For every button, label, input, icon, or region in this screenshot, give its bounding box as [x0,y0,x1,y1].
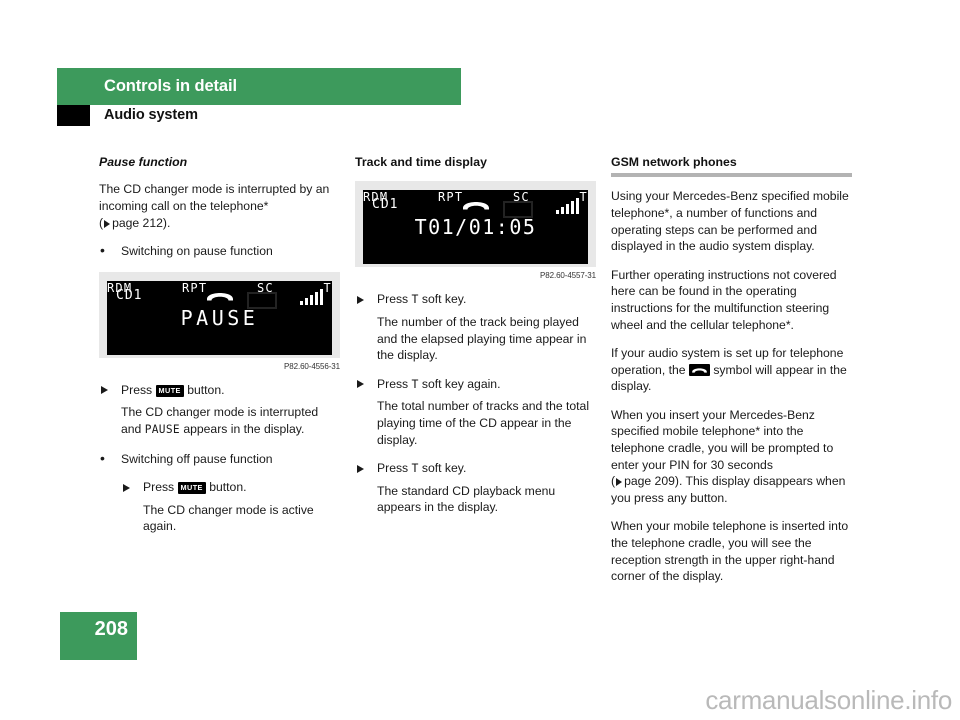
left-bullet-on-label: Switching on pause function [121,244,273,259]
left-step-2-pre: Press [143,480,175,495]
left-intro-text: The CD changer mode is interrupted by an… [99,182,330,213]
step-arrow-icon [357,295,364,304]
page-ref-triangle-icon [616,478,623,487]
left-intro-paragraph: The CD changer mode is interrupted by an… [99,181,340,231]
softkey-t-glyph: T [411,292,419,307]
left-illustration-caption: P82.60-4556-31 [284,361,340,371]
telephone-symbol-icon [688,363,710,376]
column-right: GSM network phones Using your Mercedes-B… [611,155,852,597]
middle-step-3-post: soft key. [421,461,467,476]
watermark: carmanualsonline.info [705,685,952,715]
signal-strength-icon [555,196,579,215]
bullet-dot-icon: • [100,449,105,466]
telephone-handset-icon [205,287,235,308]
left-step-2: Press MUTE button. [121,479,340,496]
lcd-softkey-rpt: RPT [181,280,208,295]
middle-step-3-body: The standard CD playback menu appears in… [377,483,556,515]
middle-step-2: Press T soft key again. [355,376,596,393]
step-arrow-icon [357,464,364,473]
column-left: Pause function The CD changer mode is in… [99,155,340,547]
mute-button-glyph: MUTE [177,482,206,495]
chapter-header-bar: Controls in detail [57,68,461,105]
lcd-softkey-t: T [323,280,332,295]
middle-step-3: Press T soft key. [355,460,596,477]
telephone-handset-icon [461,196,491,217]
middle-heading: Track and time display [355,155,487,169]
left-bullet-off-label: Switching off pause function [121,451,273,466]
list-item: • Switching off pause function [99,449,340,468]
step-arrow-icon [123,483,130,492]
chapter-title: Controls in detail [104,77,237,95]
left-step-1-body-post: appears in the display. [183,421,305,436]
right-paragraph-5: When your mobile telephone is inserted i… [611,519,849,584]
left-page-ref-text: page 212). [112,215,171,230]
section-title: Audio system [104,107,198,123]
middle-illustration-caption: P82.60-4557-31 [540,271,596,281]
right-heading: GSM network phones [611,155,737,169]
left-page-ref-open: ( [99,215,104,230]
column-middle: Track and time display CD1 T01/01:05 RDM… [355,155,596,528]
right-para-4-ref-text: page 209). This display disappears when … [611,474,846,505]
section-marker-tab [57,105,90,126]
right-para-4-ref-open: ( [611,474,616,489]
lcd-display-pause: CD1 PAUSE RDM RPT SC T [107,280,332,355]
heading-rule-divider [611,173,852,178]
left-step-1: Press MUTE button. [99,382,340,399]
left-step-2-post: button. [209,480,247,495]
mute-button-glyph: MUTE [155,384,184,397]
middle-step-2-body: The total number of tracks and the total… [377,399,590,447]
middle-step-1: Press T soft key. [355,291,596,308]
middle-step-1-pre: Press [377,292,409,307]
middle-step-1-body: The number of the track being played and… [377,314,587,363]
left-step-1-post: button. [187,382,225,397]
left-step-1-pre: Press [121,382,153,397]
right-paragraph-4: When you insert your Mercedes-Benz speci… [611,407,852,507]
lcd-main-text: PAUSE [180,305,259,330]
middle-step-2-post: soft key again. [421,376,501,391]
lcd-softkey-t: T [579,190,588,205]
left-heading: Pause function [99,155,188,169]
middle-step-2-pre: Press [377,376,409,391]
lcd-display-track-time: CD1 T01/01:05 RDM RPT SC T [363,190,588,265]
lcd-softkey-rpt: RPT [437,190,464,205]
page-number: 208 [94,618,128,640]
middle-step-3-pre: Press [377,461,409,476]
left-illustration: CD1 PAUSE RDM RPT SC T [99,271,340,358]
left-step-2-body: The CD changer mode is active again. [143,502,314,534]
signal-strength-icon [299,287,323,305]
lcd-cd-label: CD1 [116,287,143,303]
step-arrow-icon [357,380,364,389]
right-paragraph-3: If your audio system is set up for telep… [611,345,852,395]
page-number-box: 208 [60,612,137,660]
left-step-1-body: The CD changer mode is interrupted and P… [99,404,340,438]
step-arrow-icon [101,386,108,395]
right-paragraph-1: Using your Mercedes-Benz specified mobil… [611,189,849,254]
page-ref-triangle-icon [104,219,111,228]
middle-illustration: CD1 T01/01:05 RDM RPT SC T [355,181,596,268]
bullet-dot-icon: • [100,242,105,259]
middle-step-1-post: soft key. [421,292,467,307]
list-item: • Switching on pause function [99,242,340,260]
right-paragraph-2: Further operating instructions not cover… [611,267,837,332]
lcd-main-text: T01/01:05 [414,215,537,240]
softkey-t-glyph: T [411,461,419,476]
softkey-t-glyph: T [411,376,419,391]
right-para-4-pre: When you insert your Mercedes-Benz speci… [611,407,834,472]
left-step-1-body-mono: PAUSE [144,422,180,436]
lcd-cd-label: CD1 [372,197,399,213]
